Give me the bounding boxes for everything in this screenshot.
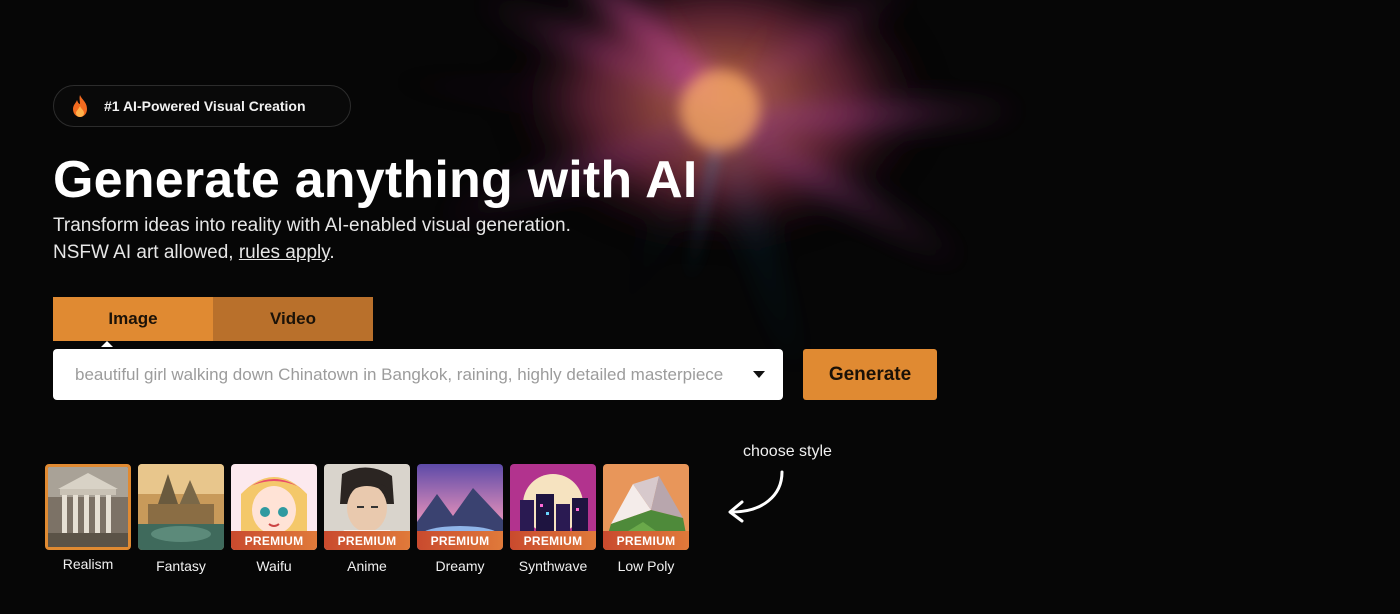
style-label: Synthwave xyxy=(518,558,588,574)
realism-thumbnail-image xyxy=(48,467,128,547)
style-option-synthwave[interactable]: PREMIUM Synthwave xyxy=(510,464,596,574)
chevron-down-icon[interactable] xyxy=(753,371,765,378)
page: #1 AI-Powered Visual Creation Generate a… xyxy=(0,0,1400,614)
flame-icon xyxy=(70,94,90,118)
style-label: Fantasy xyxy=(156,558,206,574)
style-thumbnail xyxy=(138,464,224,550)
style-picker: Realism Fantasy PREMIUM Waifu PREMIUM An… xyxy=(45,464,689,574)
premium-badge: PREMIUM xyxy=(324,531,410,550)
style-thumbnail: PREMIUM xyxy=(231,464,317,550)
generate-button[interactable]: Generate xyxy=(803,349,937,400)
style-thumbnail: PREMIUM xyxy=(510,464,596,550)
rules-apply-link[interactable]: rules apply xyxy=(239,242,329,263)
style-option-fantasy[interactable]: Fantasy xyxy=(138,464,224,574)
style-option-waifu[interactable]: PREMIUM Waifu xyxy=(231,464,317,574)
curved-arrow-icon xyxy=(728,470,784,523)
premium-badge: PREMIUM xyxy=(231,531,317,550)
prompt-field-container xyxy=(53,349,783,400)
premium-badge: PREMIUM xyxy=(417,531,503,550)
subtitle-suffix: . xyxy=(329,242,335,263)
choose-style-hint: choose style xyxy=(743,443,832,460)
subtitle-line-1: Transform ideas into reality with AI-ena… xyxy=(53,215,571,236)
prompt-input[interactable] xyxy=(73,363,741,386)
style-option-realism[interactable]: Realism xyxy=(45,464,131,574)
tab-image[interactable]: Image xyxy=(53,297,213,347)
style-thumbnail: PREMIUM xyxy=(417,464,503,550)
subtitle-prefix: NSFW AI art allowed, xyxy=(53,242,239,263)
premium-badge: PREMIUM xyxy=(603,531,689,550)
premium-badge: PREMIUM xyxy=(510,531,596,550)
style-option-anime[interactable]: PREMIUM Anime xyxy=(324,464,410,574)
style-label: Realism xyxy=(62,556,114,572)
media-type-tabs: Image Video xyxy=(53,297,373,347)
style-label: Waifu xyxy=(256,558,292,574)
tab-video[interactable]: Video xyxy=(213,297,373,341)
fantasy-thumbnail-image xyxy=(138,464,224,550)
style-label: Anime xyxy=(347,558,387,574)
subtitle-line-2: NSFW AI art allowed, rules apply. xyxy=(53,239,571,266)
style-thumbnail: PREMIUM xyxy=(603,464,689,550)
style-option-dreamy[interactable]: PREMIUM Dreamy xyxy=(417,464,503,574)
style-label: Low Poly xyxy=(617,558,675,574)
hero-subtitle: Transform ideas into reality with AI-ena… xyxy=(53,212,571,266)
style-label: Dreamy xyxy=(435,558,485,574)
badge-text: #1 AI-Powered Visual Creation xyxy=(104,98,306,114)
style-thumbnail xyxy=(45,464,131,550)
style-thumbnail: PREMIUM xyxy=(324,464,410,550)
page-title: Generate anything with AI xyxy=(53,151,698,209)
style-option-low-poly[interactable]: PREMIUM Low Poly xyxy=(603,464,689,574)
ai-powered-badge: #1 AI-Powered Visual Creation xyxy=(53,85,351,127)
